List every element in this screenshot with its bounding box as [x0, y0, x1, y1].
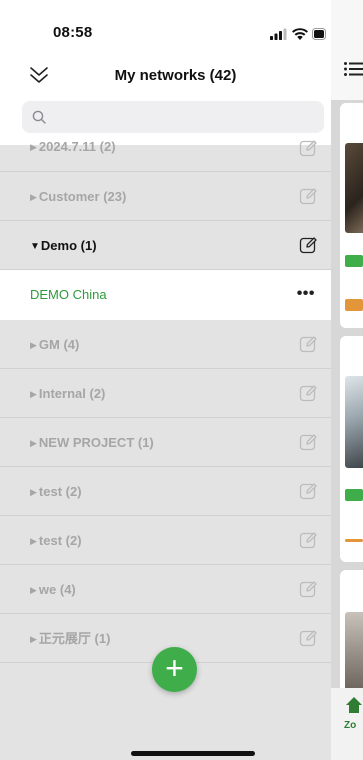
- background-card[interactable]: [340, 103, 363, 328]
- group-label: ▶ NEW PROJECT (1): [30, 418, 154, 468]
- edit-icon[interactable]: [299, 335, 317, 353]
- more-icon[interactable]: •••: [297, 270, 315, 318]
- home-icon[interactable]: [345, 696, 363, 719]
- card-thumbnail: [345, 376, 363, 468]
- group-label: ▶ Internal (2): [30, 369, 105, 419]
- expand-arrow-icon: ▶: [30, 585, 37, 595]
- network-group-row[interactable]: ▶ test (2): [0, 467, 331, 516]
- group-name: GM (4): [38, 337, 80, 352]
- network-group-row[interactable]: ▶ Internal (2): [0, 369, 331, 418]
- edit-icon[interactable]: [299, 531, 317, 549]
- network-group-list: ▶ 2024.7.11 (2) ▶ Customer (23) ▼Demo (1) …: [0, 140, 331, 664]
- edit-icon[interactable]: [299, 580, 317, 598]
- network-item[interactable]: DEMO China •••: [0, 270, 331, 320]
- status-tag: [345, 539, 363, 542]
- status-tag: [345, 489, 363, 501]
- group-label: ▶ we (4): [30, 565, 76, 615]
- battery-icon: [312, 28, 326, 40]
- expand-arrow-icon: ▶: [30, 634, 37, 644]
- group-name: Customer (23): [38, 189, 127, 204]
- group-name: 正元展厅 (1): [38, 631, 111, 646]
- tab-label: Zo: [344, 720, 357, 731]
- group-name: we (4): [38, 582, 76, 597]
- background-toolbar: [331, 0, 363, 100]
- status-icons: [270, 27, 328, 41]
- panel-header: My networks (42): [0, 56, 331, 98]
- network-group-row[interactable]: ▶ 2024.7.11 (2): [0, 140, 331, 172]
- edit-icon[interactable]: [299, 433, 317, 451]
- page-title: My networks (42): [114, 67, 237, 84]
- status-bar: 08:58: [0, 0, 331, 56]
- network-name: DEMO China: [30, 287, 107, 302]
- edit-icon[interactable]: [299, 384, 317, 402]
- group-name: NEW PROJECT (1): [38, 435, 154, 450]
- expand-arrow-icon: ▼: [30, 241, 40, 252]
- network-group-row[interactable]: ▶ test (2): [0, 516, 331, 565]
- signal-icon: [270, 28, 287, 40]
- card-thumbnail: [345, 612, 363, 692]
- expand-arrow-icon: ▶: [30, 536, 37, 546]
- group-name: test (2): [38, 484, 82, 499]
- network-group-row-expanded[interactable]: ▼Demo (1): [0, 221, 331, 270]
- expand-arrow-icon: ▶: [30, 340, 37, 350]
- edit-icon[interactable]: [299, 187, 317, 205]
- background-tab-bar: Zo: [331, 688, 363, 760]
- group-label: ▶ GM (4): [30, 320, 79, 370]
- network-group-row[interactable]: ▶ GM (4): [0, 320, 331, 369]
- expand-arrow-icon: ▶: [30, 487, 37, 497]
- home-indicator[interactable]: [131, 751, 255, 756]
- group-name: test (2): [38, 533, 82, 548]
- edit-icon[interactable]: [299, 236, 317, 254]
- menu-icon[interactable]: [344, 62, 363, 76]
- background-card[interactable]: [340, 570, 363, 700]
- add-network-button[interactable]: +: [152, 647, 197, 692]
- networks-panel: 08:58 My networks (42) ▶ 2024.7.11 (2) ▶…: [0, 0, 331, 760]
- group-name: Internal (2): [38, 386, 106, 401]
- status-tag: [345, 299, 363, 311]
- search-bar[interactable]: [22, 101, 324, 133]
- expand-arrow-icon: ▶: [30, 438, 37, 448]
- network-group-row[interactable]: ▶ Customer (23): [0, 172, 331, 221]
- group-label: ▶ Customer (23): [30, 172, 126, 222]
- search-icon: [32, 110, 46, 124]
- search-input[interactable]: [52, 101, 317, 133]
- edit-icon[interactable]: [299, 482, 317, 500]
- group-label: ▶ test (2): [30, 467, 82, 517]
- background-app: Zo: [331, 0, 363, 760]
- edit-icon[interactable]: [299, 629, 317, 647]
- group-label: ▼Demo (1): [30, 221, 97, 271]
- expand-arrow-icon: ▶: [30, 142, 37, 152]
- group-name: Demo (1): [40, 238, 97, 253]
- status-time: 08:58: [53, 24, 93, 41]
- plus-icon: +: [165, 650, 184, 686]
- edit-icon[interactable]: [299, 139, 317, 157]
- expand-arrow-icon: ▶: [30, 192, 37, 202]
- expand-arrow-icon: ▶: [30, 389, 37, 399]
- group-label: ▶ 正元展厅 (1): [30, 614, 110, 664]
- group-label: ▶ 2024.7.11 (2): [30, 140, 116, 153]
- background-card[interactable]: [340, 336, 363, 562]
- network-group-row[interactable]: ▶ we (4): [0, 565, 331, 614]
- group-name: 2024.7.11 (2): [38, 139, 116, 154]
- group-label: ▶ test (2): [30, 516, 82, 566]
- card-thumbnail: [345, 143, 363, 233]
- status-tag: [345, 255, 363, 267]
- wifi-icon: [292, 28, 308, 40]
- network-group-row[interactable]: ▶ NEW PROJECT (1): [0, 418, 331, 467]
